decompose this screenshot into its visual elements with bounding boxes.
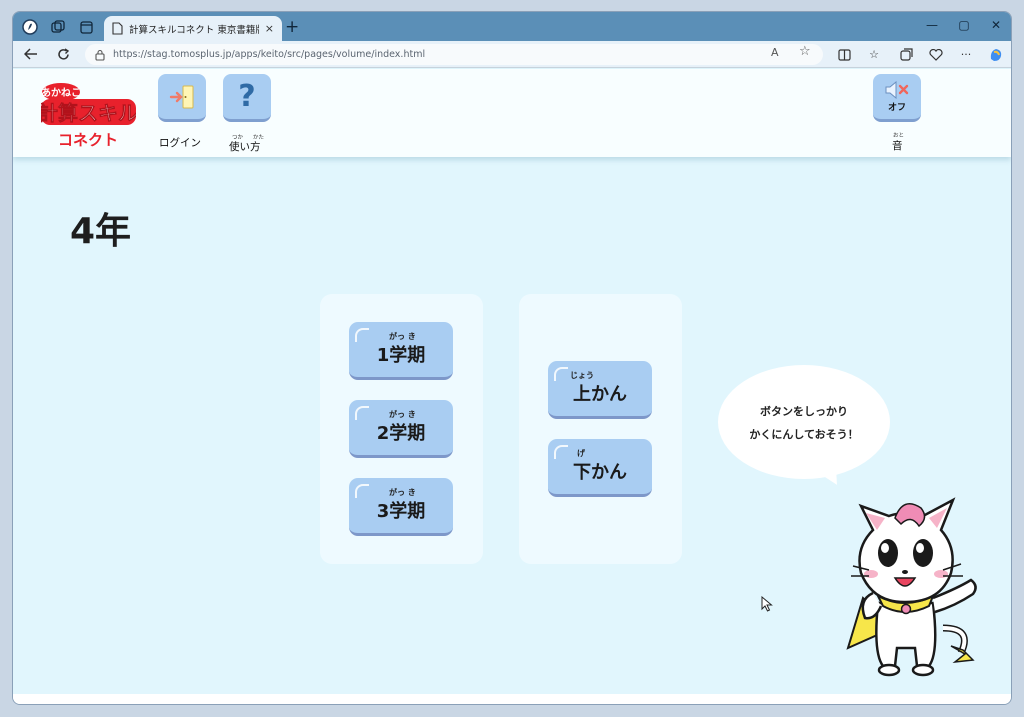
mouse-cursor-icon <box>761 596 773 612</box>
bottom-strip <box>13 694 1011 704</box>
grade-heading: 4年 <box>70 211 132 252</box>
volume-upper-ruby: じょう <box>570 371 594 380</box>
tab-actions-icon[interactable] <box>77 18 95 36</box>
browser-profile-icon[interactable] <box>21 18 39 36</box>
lock-icon <box>95 49 105 61</box>
split-screen-icon[interactable] <box>835 46 853 63</box>
back-arrow-icon[interactable] <box>21 45 41 63</box>
speech-line-1: ボタンをしっかり <box>760 404 848 418</box>
term-1-button[interactable]: がっ き 1学期 <box>349 322 453 380</box>
question-mark-icon: ? <box>238 79 256 114</box>
browser-window: 計算スキルコネクト 東京書籍版 × + — ▢ ✕ https://stag.t… <box>12 11 1012 705</box>
speech-line-2: かくにんしておそう！ <box>749 427 859 441</box>
title-bar: 計算スキルコネクト 東京書籍版 × + — ▢ ✕ <box>13 12 1011 41</box>
volume-upper-label: 上かん <box>573 383 627 405</box>
svg-text:計算スキル: 計算スキル <box>41 101 136 125</box>
browser-essentials-icon[interactable] <box>927 46 945 63</box>
new-tab-button[interactable]: + <box>285 17 299 37</box>
how-to-use-button[interactable]: ? <box>223 74 271 122</box>
more-menu-icon[interactable]: ··· <box>957 46 975 63</box>
workspaces-icon[interactable] <box>49 18 67 36</box>
close-window-button[interactable]: ✕ <box>981 15 1011 35</box>
collections-icon[interactable] <box>897 46 915 63</box>
cat-mascot-icon <box>846 497 977 677</box>
volume-panel: じょう 上かん げ 下かん <box>519 294 682 564</box>
speaker-muted-icon <box>885 80 909 99</box>
favorite-star-icon[interactable]: ☆ <box>799 44 811 59</box>
term-2-label: 2学期 <box>376 422 426 444</box>
page-icon <box>112 22 123 35</box>
tab-title: 計算スキルコネクト 東京書籍版 <box>129 24 259 36</box>
login-label: ログイン <box>159 137 201 149</box>
term-2-button[interactable]: がっ き 2学期 <box>349 400 453 458</box>
svg-text:コネクト: コネクト <box>58 131 118 149</box>
volume-lower-ruby: げ <box>577 449 585 458</box>
volume-upper-button[interactable]: じょう 上かん <box>548 361 652 419</box>
term-panel: がっ き 1学期 がっ き 2学期 がっ き 3学期 <box>320 294 483 564</box>
term-1-ruby: がっ き <box>389 332 416 341</box>
refresh-icon[interactable] <box>53 45 73 63</box>
favorites-icon[interactable]: ☆ <box>865 46 883 63</box>
app-header: あかねこ 計算スキル コネクト ログイン ? つか かた 使い方 オフ おと 音 <box>13 69 1011 157</box>
term-3-button[interactable]: がっ き 3学期 <box>349 478 453 536</box>
address-bar: https://stag.tomosplus.jp/apps/keito/src… <box>13 41 1011 68</box>
app-logo[interactable]: あかねこ 計算スキル コネクト <box>38 79 138 149</box>
term-2-ruby: がっ き <box>389 410 416 419</box>
browser-tab-active[interactable]: 計算スキルコネクト 東京書籍版 × <box>104 16 282 41</box>
term-1-label: 1学期 <box>376 344 426 366</box>
copilot-icon[interactable] <box>987 46 1005 63</box>
url-field[interactable]: https://stag.tomosplus.jp/apps/keito/src… <box>85 44 823 65</box>
sound-toggle-button[interactable]: オフ <box>873 74 921 122</box>
maximize-button[interactable]: ▢ <box>949 15 979 35</box>
minimize-button[interactable]: — <box>917 15 947 35</box>
sound-off-text: オフ <box>887 102 906 113</box>
volume-lower-button[interactable]: げ 下かん <box>548 439 652 497</box>
term-3-ruby: がっ き <box>389 488 416 497</box>
door-exit-icon <box>169 85 194 108</box>
term-3-label: 3学期 <box>376 500 426 522</box>
svg-text:あかねこ: あかねこ <box>41 86 81 99</box>
volume-lower-label: 下かん <box>573 461 627 483</box>
login-button[interactable] <box>158 74 206 122</box>
sound-label: 音 <box>892 140 903 152</box>
url-text: https://stag.tomosplus.jp/apps/keito/src… <box>113 49 426 60</box>
speech-bubble: ボタンをしっかり かくにんしておそう！ <box>718 365 890 479</box>
how-to-use-label: 使い方 <box>229 141 261 153</box>
read-aloud-icon[interactable]: A <box>771 46 779 59</box>
tab-close-button[interactable]: × <box>265 22 274 35</box>
